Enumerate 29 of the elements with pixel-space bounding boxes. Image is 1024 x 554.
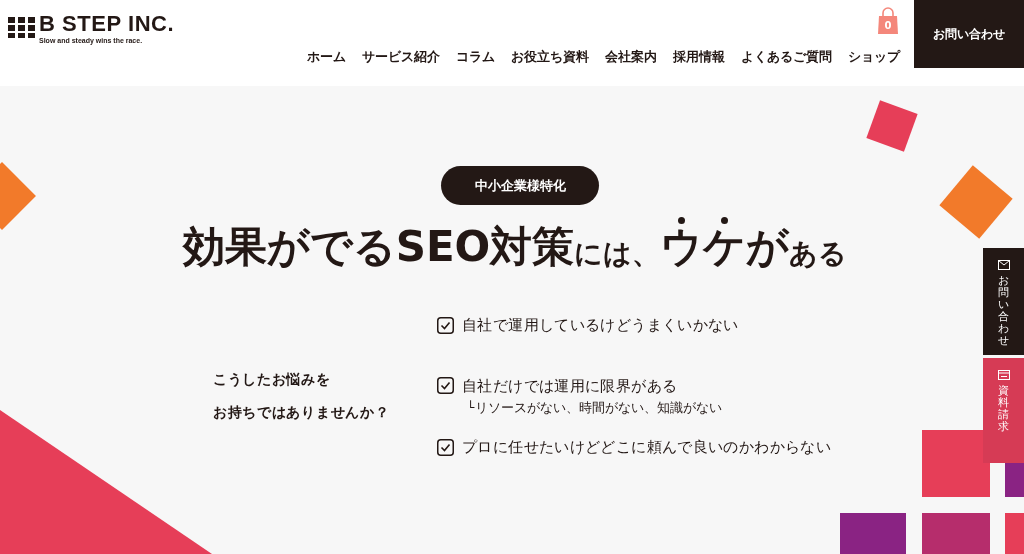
hero-headline: 効果がでるSEO対策には、ウケがある — [182, 217, 848, 268]
checklist-text: プロに任せたいけどどこに頼んで良いのかわからない — [462, 436, 831, 458]
side-tab[interactable]: お問い合わせ — [983, 248, 1024, 355]
nav-link[interactable]: お役立ち資料 — [503, 46, 597, 69]
category-badge: 中小企業様特化 — [441, 166, 599, 205]
checklist-text: 自社で運用しているけどうまくいかない — [462, 315, 739, 336]
checklist-text: 自社だけでは運用に限界がある — [462, 375, 678, 397]
logo-icon — [8, 17, 36, 39]
square-shape — [1005, 513, 1024, 554]
nav-link[interactable]: 会社案内 — [597, 46, 665, 69]
square-shape — [922, 513, 990, 554]
nav-link[interactable]: コラム — [448, 46, 503, 69]
document-icon — [997, 370, 1010, 380]
shopping-bag-icon[interactable] — [876, 6, 900, 36]
square-shape — [840, 513, 906, 554]
question-text: こうしたお悩みを — [213, 370, 332, 389]
checklist-note: └リソースがない、時間がない、知識がない — [467, 399, 723, 417]
contact-button[interactable]: お問い合わせ — [914, 0, 1024, 68]
question-text: お持ちではありませんか？ — [213, 403, 391, 422]
nav-link[interactable]: 採用情報 — [665, 46, 733, 69]
nav-link[interactable]: ショップ — [840, 46, 908, 69]
side-tab[interactable]: 資料請求 — [983, 358, 1024, 463]
square-shape — [922, 430, 990, 497]
cart-count: 0 — [883, 19, 893, 33]
nav-link[interactable]: よくあるご質問 — [733, 46, 840, 69]
logo-wordmark[interactable]: B STEP INC. — [39, 13, 175, 35]
mail-icon — [997, 260, 1010, 270]
nav-link[interactable]: ホーム — [299, 46, 354, 69]
nav-link[interactable]: サービス紹介 — [354, 46, 448, 69]
